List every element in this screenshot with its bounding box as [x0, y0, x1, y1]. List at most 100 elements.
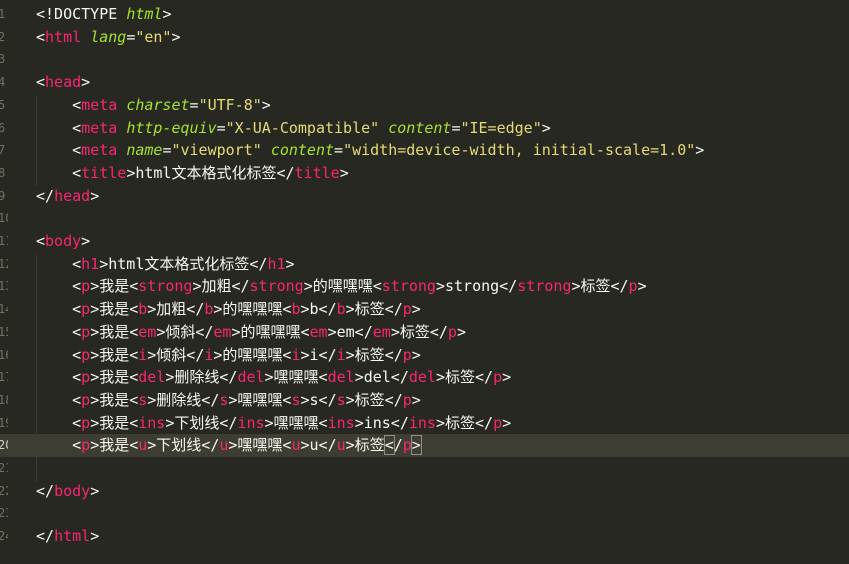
- code-token: <!DOCTYPE: [36, 5, 127, 23]
- code-token: <: [36, 254, 82, 273]
- code-text[interactable]: <p>我是<strong>加粗</strong>的嘿嘿嘿<strong>stro…: [36, 275, 646, 298]
- code-text[interactable]: <title>html文本格式化标签</title>: [36, 162, 349, 185]
- code-text[interactable]: <meta name="viewport" content="width=dev…: [36, 139, 704, 162]
- code-token: p: [81, 322, 91, 341]
- code-line[interactable]: 13 <p>我是<strong>加粗</strong>的嘿嘿嘿<strong>s…: [0, 275, 849, 298]
- code-token: >strong</: [435, 277, 518, 296]
- code-text[interactable]: <head>: [36, 71, 90, 94]
- code-line[interactable]: 17 <p>我是<del>删除线</del>嘿嘿嘿<del>del</del>标…: [0, 366, 849, 389]
- code-text[interactable]: </body>: [36, 480, 99, 503]
- code-token: >: [541, 118, 551, 137]
- code-token: em: [213, 322, 232, 341]
- code-line[interactable]: 2 <html lang="en">: [0, 26, 849, 49]
- code-token: strong: [381, 277, 436, 296]
- code-line[interactable]: 21: [0, 457, 849, 480]
- code-line[interactable]: 12 <h1>html文本格式化标签</h1>: [0, 253, 849, 276]
- code-token: http-equiv: [126, 118, 217, 137]
- code-line[interactable]: 5 <meta charset="UTF-8">: [0, 94, 849, 117]
- code-token: </: [36, 186, 55, 205]
- code-token: <: [36, 345, 82, 364]
- code-text[interactable]: <p>我是<em>倾斜</em>的嘿嘿嘿<em>em</em>标签</p>: [36, 321, 466, 344]
- code-token: content: [388, 118, 452, 137]
- code-line[interactable]: 10: [0, 207, 849, 230]
- code-token: >倾斜</: [156, 322, 214, 341]
- code-token: meta: [81, 118, 118, 137]
- code-text[interactable]: <!DOCTYPE html>: [36, 3, 171, 26]
- code-line[interactable]: 6 <meta http-equiv="X-UA-Compatible" con…: [0, 117, 849, 140]
- code-token: ins: [327, 413, 355, 432]
- code-token: >的嘿嘿嘿<: [303, 277, 382, 296]
- code-token: >我是<: [90, 277, 139, 296]
- line-number: 14: [0, 302, 8, 317]
- code-text[interactable]: </html>: [36, 525, 99, 548]
- line-number: 3: [0, 52, 6, 67]
- code-line[interactable]: 14 <p>我是<b>加粗</b>的嘿嘿嘿<b>b</b>标签</p>: [0, 298, 849, 321]
- code-line-current[interactable]: 20 <p>我是<u>下划线</u>嘿嘿嘿<u>u</u>标签</p>: [0, 434, 849, 457]
- code-token: >html文本格式化标签</: [126, 163, 295, 182]
- code-line[interactable]: 8 <title>html文本格式化标签</title>: [0, 162, 849, 185]
- line-number: 16: [0, 347, 8, 362]
- code-line[interactable]: 18 <p>我是<s>删除线</s>嘿嘿嘿<s>s</s>标签</p>: [0, 389, 849, 412]
- code-token: p: [81, 436, 91, 455]
- code-line[interactable]: 3: [0, 48, 849, 71]
- code-token: p: [402, 345, 412, 364]
- code-token: p: [402, 390, 412, 409]
- code-token: del: [138, 368, 166, 387]
- code-line[interactable]: 23: [0, 502, 849, 525]
- code-token: strong: [138, 277, 193, 296]
- code-line[interactable]: 15 <p>我是<em>倾斜</em>的嘿嘿嘿<em>em</em>标签</p>: [0, 321, 849, 344]
- code-text[interactable]: <p>我是<b>加粗</b>的嘿嘿嘿<b>b</b>标签</p>: [36, 298, 421, 321]
- code-token: >的嘿嘿嘿<: [213, 300, 292, 319]
- code-token: head: [45, 73, 82, 92]
- code-token: >em</: [327, 322, 373, 341]
- code-text[interactable]: <body>: [36, 230, 90, 253]
- code-line[interactable]: 11 <body>: [0, 230, 849, 253]
- code-token: <: [36, 413, 82, 432]
- code-token: >: [90, 481, 100, 500]
- code-editor[interactable]: 1 <!DOCTYPE html> 2 <html lang="en"> 3 4 <head…: [0, 0, 849, 564]
- code-token: >u</: [300, 436, 337, 455]
- code-text[interactable]: <p>我是<s>删除线</s>嘿嘿嘿<s>s</s>标签</p>: [36, 389, 421, 412]
- code-text[interactable]: <html lang="en">: [36, 26, 181, 49]
- code-line[interactable]: 16 <p>我是<i>倾斜</i>的嘿嘿嘿<i>i</i>标签</p>: [0, 344, 849, 367]
- code-line[interactable]: 22 </body>: [0, 480, 849, 503]
- code-token: <: [383, 435, 395, 456]
- code-token: strong: [517, 277, 572, 296]
- code-text[interactable]: <meta http-equiv="X-UA-Compatible" conte…: [36, 117, 551, 140]
- code-token: h1: [81, 254, 100, 273]
- code-text[interactable]: <meta charset="UTF-8">: [36, 94, 271, 117]
- code-token: <: [36, 232, 46, 250]
- code-token: >: [90, 186, 100, 205]
- code-token: em: [372, 322, 391, 341]
- code-line[interactable]: 1 <!DOCTYPE html>: [0, 3, 849, 26]
- code-line[interactable]: 9 </head>: [0, 185, 849, 208]
- code-token: ins: [408, 413, 436, 432]
- line-number: 18: [0, 392, 8, 407]
- code-token: >ins</: [354, 413, 409, 432]
- line-number: 1: [0, 7, 6, 21]
- code-token: <: [36, 368, 82, 387]
- code-text[interactable]: <p>我是<i>倾斜</i>的嘿嘿嘿<i>i</i>标签</p>: [36, 344, 421, 367]
- code-token: >嘿嘿嘿<: [264, 368, 328, 387]
- code-text[interactable]: </head>: [36, 185, 99, 208]
- code-token: "UTF-8": [198, 95, 262, 114]
- code-token: >我是<: [90, 322, 139, 341]
- code-token: >s</: [300, 390, 337, 409]
- code-token: del: [237, 368, 265, 387]
- code-line[interactable]: 4 <head>: [0, 71, 849, 94]
- code-text[interactable]: <p>我是<ins>下划线</ins>嘿嘿嘿<ins>ins</ins>标签</…: [36, 412, 511, 435]
- code-line[interactable]: 24 </html>: [0, 525, 849, 548]
- code-token: <: [36, 277, 82, 296]
- code-token: ins: [237, 413, 265, 432]
- code-line[interactable]: 19 <p>我是<ins>下划线</ins>嘿嘿嘿<ins>ins</ins>标…: [0, 412, 849, 435]
- code-text[interactable]: <h1>html文本格式化标签</h1>: [36, 253, 294, 276]
- code-text[interactable]: <p>我是<u>下划线</u>嘿嘿嘿<u>u</u>标签</p>: [36, 434, 422, 457]
- code-token: >: [502, 368, 512, 387]
- code-token: >: [171, 27, 181, 46]
- code-token: >标签</: [435, 413, 494, 432]
- code-token: </: [36, 481, 55, 500]
- code-token: lang: [90, 27, 127, 46]
- code-text[interactable]: <p>我是<del>删除线</del>嘿嘿嘿<del>del</del>标签</…: [36, 366, 511, 389]
- code-line[interactable]: 7 <meta name="viewport" content="width=d…: [0, 139, 849, 162]
- code-token: >b</: [300, 300, 337, 319]
